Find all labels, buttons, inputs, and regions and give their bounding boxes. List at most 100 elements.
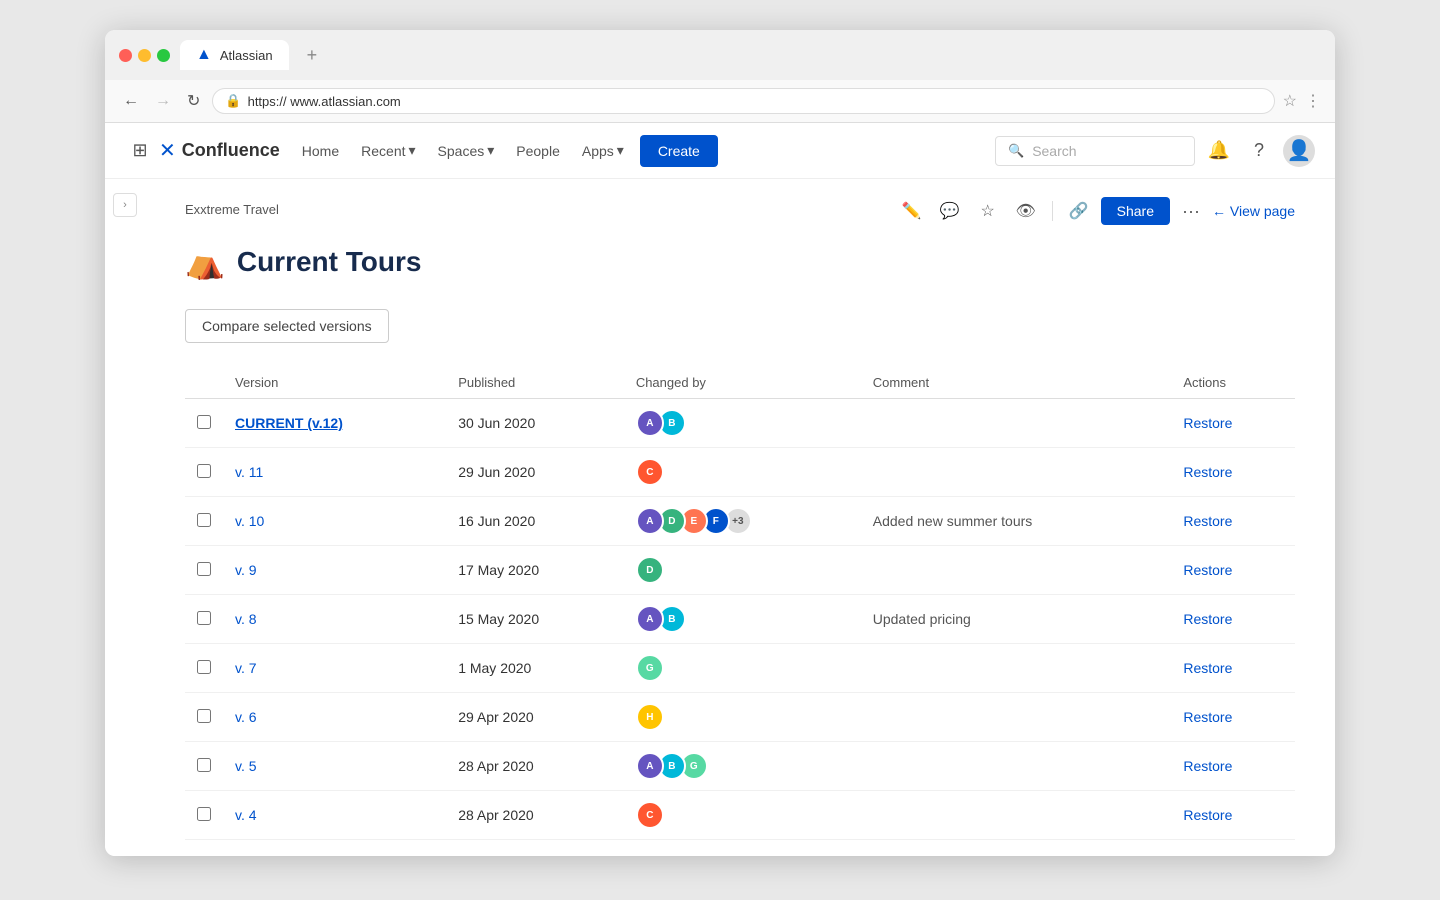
version-link[interactable]: v. 5 — [235, 758, 257, 774]
version-checkbox[interactable] — [197, 611, 211, 625]
published-date: 15 May 2020 — [446, 595, 624, 644]
compare-versions-button[interactable]: Compare selected versions — [185, 309, 389, 343]
browser-menu-button[interactable]: ⋮ — [1305, 91, 1321, 111]
version-action[interactable]: Restore — [1171, 595, 1295, 644]
version-checkbox[interactable] — [197, 660, 211, 674]
maximize-button[interactable] — [157, 49, 170, 62]
address-bar: ← → ↻ 🔒 https:// www.atlassian.com ☆ ⋮ — [105, 80, 1335, 123]
copy-link-icon[interactable]: 🔗 — [1063, 195, 1095, 227]
nav-recent[interactable]: Recent ▾ — [351, 134, 425, 167]
create-button[interactable]: Create — [640, 135, 718, 167]
nav-spaces[interactable]: Spaces ▾ — [428, 134, 505, 167]
new-tab-button[interactable]: + — [299, 43, 326, 68]
restore-link[interactable]: Restore — [1183, 562, 1232, 578]
restore-link[interactable]: Restore — [1183, 415, 1232, 431]
restore-link[interactable]: Restore — [1183, 807, 1232, 823]
version-label[interactable]: v. 7 — [223, 644, 446, 693]
restore-link[interactable]: Restore — [1183, 611, 1232, 627]
mini-avatar: A — [636, 752, 664, 780]
version-label[interactable]: v. 10 — [223, 497, 446, 546]
version-action[interactable]: Restore — [1171, 644, 1295, 693]
address-input[interactable]: 🔒 https:// www.atlassian.com — [212, 88, 1274, 114]
sidebar-toggle-button[interactable]: › — [113, 193, 137, 217]
changed-by: D — [624, 546, 861, 595]
close-button[interactable] — [119, 49, 132, 62]
main-content: Exxtreme Travel ✏️ 💬 ☆ 👁 🔗 Share ··· ← V… — [145, 179, 1335, 856]
version-checkbox[interactable] — [197, 807, 211, 821]
version-label[interactable]: v. 6 — [223, 693, 446, 742]
version-action[interactable]: Restore — [1171, 791, 1295, 840]
version-action[interactable]: Restore — [1171, 742, 1295, 791]
restore-link[interactable]: Restore — [1183, 758, 1232, 774]
share-button[interactable]: Share — [1101, 197, 1170, 225]
version-comment — [861, 693, 1172, 742]
table-row: v. 1129 Jun 2020CRestore — [185, 448, 1295, 497]
help-button[interactable]: ? — [1243, 135, 1275, 167]
more-options-button[interactable]: ··· — [1176, 197, 1206, 226]
version-action[interactable]: Restore — [1171, 399, 1295, 448]
sidebar-toggle-area: › — [105, 179, 145, 856]
nav-people[interactable]: People — [506, 135, 570, 167]
version-label[interactable]: v. 5 — [223, 742, 446, 791]
search-placeholder: Search — [1032, 143, 1076, 159]
avatar-group: H — [636, 703, 849, 731]
version-link[interactable]: v. 10 — [235, 513, 264, 529]
version-checkbox[interactable] — [197, 709, 211, 723]
bookmark-button[interactable]: ☆ — [1283, 91, 1297, 111]
version-label[interactable]: v. 4 — [223, 791, 446, 840]
published-date: 29 Apr 2020 — [446, 693, 624, 742]
comment-icon[interactable]: 💬 — [934, 195, 966, 227]
user-avatar[interactable]: 👤 — [1283, 135, 1315, 167]
view-page-link[interactable]: ← View page — [1212, 203, 1295, 219]
notifications-button[interactable]: 🔔 — [1203, 135, 1235, 167]
version-link[interactable]: v. 4 — [235, 807, 257, 823]
version-link[interactable]: v. 11 — [235, 464, 263, 480]
version-label[interactable]: v. 9 — [223, 546, 446, 595]
forward-button[interactable]: → — [151, 90, 175, 112]
version-checkbox[interactable] — [197, 464, 211, 478]
version-comment — [861, 791, 1172, 840]
breadcrumb[interactable]: Exxtreme Travel — [185, 202, 279, 217]
toolbar-separator — [1052, 201, 1053, 221]
restore-link[interactable]: Restore — [1183, 464, 1232, 480]
minimize-button[interactable] — [138, 49, 151, 62]
version-link[interactable]: CURRENT (v.12) — [235, 415, 343, 431]
version-action[interactable]: Restore — [1171, 448, 1295, 497]
version-link[interactable]: v. 7 — [235, 660, 257, 676]
version-checkbox[interactable] — [197, 562, 211, 576]
version-label[interactable]: CURRENT (v.12) — [223, 399, 446, 448]
avatar-group: ABG — [636, 752, 849, 780]
confluence-logo[interactable]: ✕ Confluence — [159, 138, 280, 163]
confluence-logo-text: Confluence — [182, 140, 280, 161]
address-text: https:// www.atlassian.com — [248, 94, 401, 109]
version-action[interactable]: Restore — [1171, 693, 1295, 742]
restore-link[interactable]: Restore — [1183, 660, 1232, 676]
edit-icon[interactable]: ✏️ — [896, 195, 928, 227]
back-button[interactable]: ← — [119, 90, 143, 112]
browser-tab[interactable]: ▲ Atlassian — [180, 40, 289, 70]
watch-icon[interactable]: 👁 — [1010, 195, 1042, 227]
table-row: v. 815 May 2020ABUpdated pricingRestore — [185, 595, 1295, 644]
version-action[interactable]: Restore — [1171, 546, 1295, 595]
apps-grid-icon[interactable]: ⊞ — [125, 136, 155, 166]
restore-link[interactable]: Restore — [1183, 709, 1232, 725]
star-icon[interactable]: ☆ — [972, 195, 1004, 227]
version-link[interactable]: v. 8 — [235, 611, 257, 627]
version-label[interactable]: v. 11 — [223, 448, 446, 497]
published-date: 17 May 2020 — [446, 546, 624, 595]
version-checkbox[interactable] — [197, 415, 211, 429]
nav-apps[interactable]: Apps ▾ — [572, 134, 634, 167]
reload-button[interactable]: ↻ — [183, 89, 204, 113]
restore-link[interactable]: Restore — [1183, 513, 1232, 529]
version-link[interactable]: v. 6 — [235, 709, 257, 725]
version-label[interactable]: v. 8 — [223, 595, 446, 644]
search-bar[interactable]: 🔍 Search — [995, 136, 1195, 166]
avatar-group: C — [636, 458, 849, 486]
version-checkbox[interactable] — [197, 513, 211, 527]
version-link[interactable]: v. 9 — [235, 562, 257, 578]
traffic-lights — [119, 49, 170, 62]
version-checkbox[interactable] — [197, 758, 211, 772]
published-date: 30 Jun 2020 — [446, 399, 624, 448]
version-action[interactable]: Restore — [1171, 497, 1295, 546]
nav-home[interactable]: Home — [292, 135, 349, 167]
